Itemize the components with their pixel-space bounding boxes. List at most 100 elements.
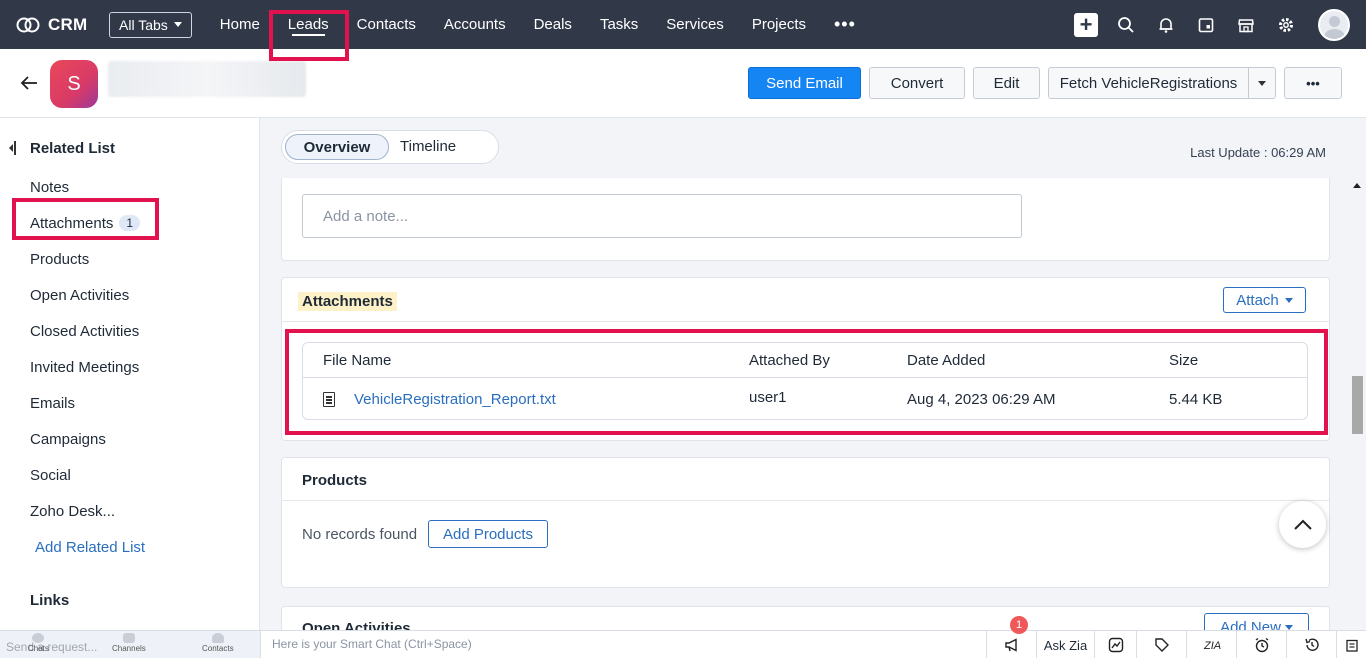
chevron-up-icon xyxy=(1293,519,1312,530)
reminders-button[interactable] xyxy=(1236,631,1286,658)
sidebar-item-label: Emails xyxy=(30,395,76,412)
send-email-button[interactable]: Send Email xyxy=(748,67,861,99)
add-products-button[interactable]: Add Products xyxy=(428,520,548,548)
attached-by-value: user1 xyxy=(749,389,787,406)
record-main-content: Overview Timeline Last Update : 06:29 AM… xyxy=(261,118,1349,630)
scroll-up-arrow-icon[interactable] xyxy=(1353,183,1361,188)
text-file-icon xyxy=(323,392,335,407)
column-header-size[interactable]: Size xyxy=(1169,352,1198,369)
tab-services[interactable]: Services xyxy=(652,0,738,49)
products-card: Products No records found Add Products xyxy=(281,457,1330,588)
sidebar-item-label: Social xyxy=(30,467,71,484)
edit-button[interactable]: Edit xyxy=(973,67,1040,99)
notifications-button[interactable] xyxy=(1146,0,1186,49)
marketplace-button[interactable] xyxy=(1226,0,1266,49)
vertical-scrollbar[interactable] xyxy=(1349,178,1366,630)
all-tabs-dropdown[interactable]: All Tabs xyxy=(109,11,192,38)
contacts-icon xyxy=(211,633,224,643)
alarm-clock-icon xyxy=(1255,637,1268,653)
column-header-attached-by[interactable]: Attached By xyxy=(749,352,830,369)
attachments-card: Attachments Attach File Name Attached By… xyxy=(281,277,1330,441)
smart-chat-input[interactable]: Here is your Smart Chat (Ctrl+Space) xyxy=(272,637,472,651)
sidebar-item-open-activities[interactable]: Open Activities xyxy=(30,287,129,304)
tab-leads[interactable]: Leads xyxy=(274,0,343,49)
attachment-file-link[interactable]: VehicleRegistration_Report.txt xyxy=(354,391,556,408)
tab-deals[interactable]: Deals xyxy=(520,0,586,49)
all-tabs-label: All Tabs xyxy=(119,16,168,33)
related-list-title: Related List xyxy=(30,140,116,157)
send-request-input[interactable]: Send a request... xyxy=(6,640,97,654)
sidebar-item-closed-activities[interactable]: Closed Activities xyxy=(30,323,139,340)
tag-icon xyxy=(1154,638,1169,652)
table-header-divider xyxy=(303,377,1307,378)
tab-accounts[interactable]: Accounts xyxy=(430,0,520,49)
calendar-button[interactable] xyxy=(1186,0,1226,49)
history-icon xyxy=(1304,638,1319,651)
sidebar-item-campaigns[interactable]: Campaigns xyxy=(30,431,106,448)
open-activities-card: Open Activities Add New xyxy=(281,606,1330,630)
fetch-vehicle-registrations-button[interactable]: Fetch VehicleRegistrations xyxy=(1048,67,1249,99)
tab-home[interactable]: Home xyxy=(206,0,274,49)
sidebar-item-social[interactable]: Social xyxy=(30,467,71,484)
notes-widget-button[interactable] xyxy=(1336,631,1366,658)
analytics-button[interactable] xyxy=(1094,631,1136,658)
bottom-left-panel: Send a request... Chats Channels Contact… xyxy=(0,631,261,658)
column-header-file-name[interactable]: File Name xyxy=(323,352,391,369)
crm-logo[interactable]: CRM xyxy=(16,15,106,35)
fetch-dropdown-button[interactable] xyxy=(1248,67,1276,99)
column-header-date-added[interactable]: Date Added xyxy=(907,352,985,369)
more-tabs-button[interactable]: ••• xyxy=(820,0,870,49)
top-navigation: CRM All Tabs Home Leads Contacts Account… xyxy=(0,0,1366,49)
tab-timeline[interactable]: Timeline xyxy=(400,138,456,155)
tab-tasks[interactable]: Tasks xyxy=(586,0,652,49)
no-records-text: No records found xyxy=(302,526,418,543)
links-title: Links xyxy=(30,592,70,609)
sidebar-item-invited-meetings[interactable]: Invited Meetings xyxy=(30,359,139,376)
scroll-to-top-button[interactable] xyxy=(1279,501,1326,548)
zia-insights-button[interactable]: ZIA xyxy=(1186,631,1236,658)
attach-label: Attach xyxy=(1236,291,1279,309)
announcements-button[interactable] xyxy=(986,631,1036,658)
svg-text:ZIA: ZIA xyxy=(1203,640,1221,652)
attachments-table: File Name Attached By Date Added Size Ve… xyxy=(302,342,1308,420)
sidebar-item-attachments[interactable]: Attachments 1 xyxy=(30,215,141,232)
divider xyxy=(282,500,1329,501)
channels-button[interactable]: Channels xyxy=(112,633,146,653)
feedback-button[interactable] xyxy=(1136,631,1186,658)
search-icon xyxy=(1118,16,1134,33)
tab-overview[interactable]: Overview xyxy=(285,134,389,160)
add-new-button[interactable]: Add New xyxy=(1204,613,1309,630)
scrollbar-thumb[interactable] xyxy=(1352,376,1363,434)
user-avatar[interactable] xyxy=(1318,8,1350,41)
products-title: Products xyxy=(302,472,368,489)
ask-zia-button[interactable]: Ask Zia xyxy=(1036,631,1094,658)
add-button[interactable]: + xyxy=(1066,0,1106,49)
chats-button[interactable]: Chats xyxy=(28,633,49,653)
analytics-icon xyxy=(1108,637,1123,653)
tab-contacts[interactable]: Contacts xyxy=(343,0,430,49)
sidebar-item-label: Products xyxy=(30,251,90,268)
record-header: S Send Email Convert Edit Fetch VehicleR… xyxy=(0,49,1366,118)
contacts-button[interactable]: Contacts xyxy=(202,633,234,653)
bottom-bar: Send a request... Chats Channels Contact… xyxy=(0,630,1366,658)
settings-button[interactable] xyxy=(1266,0,1306,49)
attach-button[interactable]: Attach xyxy=(1223,287,1306,313)
convert-button[interactable]: Convert xyxy=(869,67,965,99)
channels-icon xyxy=(122,633,135,643)
recent-items-button[interactable] xyxy=(1286,631,1336,658)
sidebar-item-notes[interactable]: Notes xyxy=(30,179,69,196)
add-note-input[interactable]: Add a note... xyxy=(302,194,1022,238)
tab-projects[interactable]: Projects xyxy=(738,0,820,49)
bell-icon xyxy=(1159,17,1173,33)
more-actions-button[interactable]: ••• xyxy=(1284,67,1342,99)
search-button[interactable] xyxy=(1106,0,1146,49)
date-added-value: Aug 4, 2023 06:29 AM xyxy=(907,391,1056,408)
sidebar-item-emails[interactable]: Emails xyxy=(30,395,75,412)
sidebar-item-products[interactable]: Products xyxy=(30,251,89,268)
collapse-sidebar-icon[interactable] xyxy=(9,141,16,155)
sidebar-item-label: Campaigns xyxy=(30,431,106,448)
add-related-list-link[interactable]: Add Related List xyxy=(35,539,145,556)
last-update-text: Last Update : 06:29 AM xyxy=(1190,145,1326,160)
sidebar-item-zoho-desk[interactable]: Zoho Desk... xyxy=(30,503,115,520)
back-arrow-icon[interactable] xyxy=(20,71,38,97)
